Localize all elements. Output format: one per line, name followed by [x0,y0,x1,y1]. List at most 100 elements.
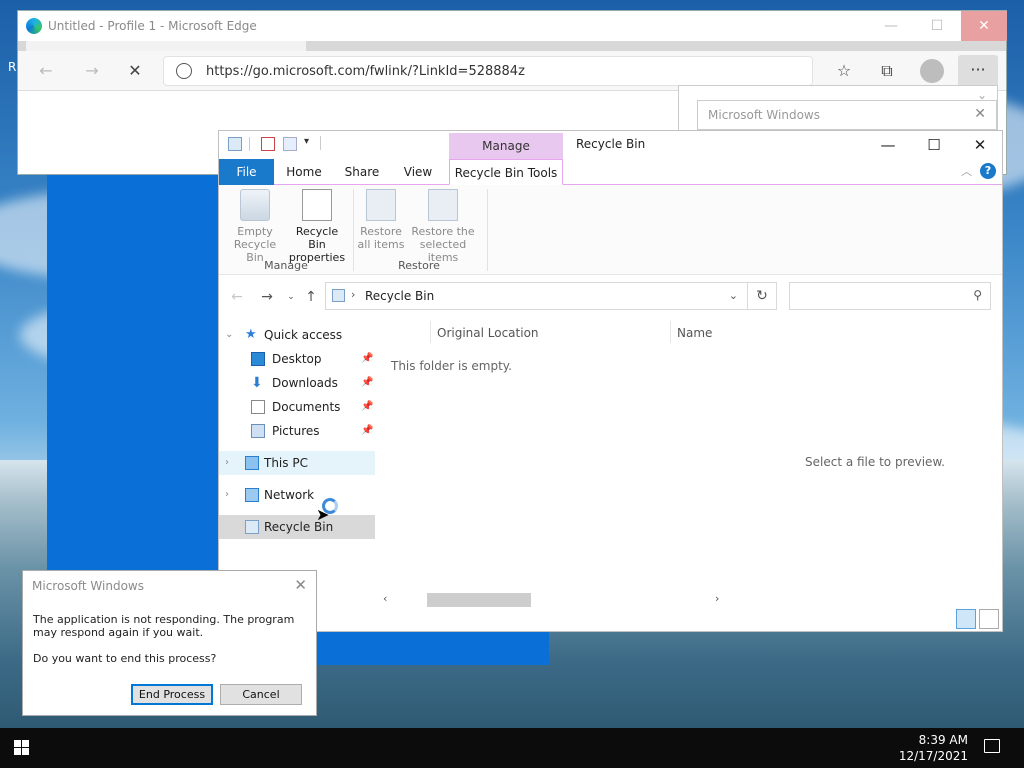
qat-dropdown-icon[interactable]: ▾ [304,136,309,147]
chevron-right-icon[interactable]: › [225,483,229,507]
collapse-ribbon-icon[interactable]: ︿ [961,163,972,179]
cancel-button[interactable]: Cancel [220,684,302,705]
more-options-icon[interactable]: ··· [958,55,998,87]
back-icon[interactable]: ← [32,59,60,83]
tab-home[interactable]: Home [279,159,329,185]
maximize-icon[interactable]: ☐ [914,11,960,41]
favorites-icon[interactable]: ☆ [830,59,858,83]
not-responding-dialog: Microsoft Windows ✕ The application is n… [22,570,317,716]
collections-icon[interactable]: ⧉ [873,59,901,83]
restore-all-icon [366,189,396,221]
nav-recycle-bin[interactable]: Recycle Bin [219,515,375,539]
nav-documents[interactable]: Documents 📌 [219,395,375,419]
nav-downloads[interactable]: ⬇ Downloads 📌 [219,371,375,395]
end-process-button[interactable]: End Process [131,684,213,705]
restore-selected-items-button[interactable]: Restore the selected items [405,189,481,264]
refresh-icon[interactable]: ↻ [747,282,777,310]
back-icon[interactable]: ← [227,287,247,307]
explorer-title: Recycle Bin [576,137,646,151]
globe-icon [176,63,192,79]
nav-this-pc[interactable]: › This PC [219,451,375,475]
edge-window-title: Untitled - Profile 1 - Microsoft Edge [48,19,257,33]
close-icon[interactable]: ✕ [961,11,1007,41]
address-url: https://go.microsoft.com/fwlink/?LinkId=… [206,64,525,79]
details-view-icon[interactable] [956,609,976,629]
ribbon: Empty Recycle Bin Recycle Bin properties… [219,185,1002,275]
close-icon[interactable]: ✕ [294,576,307,594]
background-dialog-title: Microsoft Windows [708,108,820,122]
edge-titlebar: Untitled - Profile 1 - Microsoft Edge — … [18,11,1007,43]
edge-tab[interactable] [26,41,306,51]
nav-desktop[interactable]: Desktop 📌 [219,347,375,371]
navigation-pane: ⌄ ★ Quick access Desktop 📌 ⬇ Downloads 📌… [219,321,375,561]
maximize-icon[interactable]: ☐ [911,131,957,159]
dialog-message: The application is not responding. The p… [33,613,295,639]
edge-logo-icon [26,18,42,34]
profile-avatar[interactable] [920,59,944,83]
up-icon[interactable]: ↑ [301,287,321,307]
search-input[interactable]: ⚲ [789,282,991,310]
stop-loading-icon[interactable]: ✕ [121,59,149,83]
horizontal-scrollbar[interactable]: ‹ › [379,591,729,609]
nav-pictures[interactable]: Pictures 📌 [219,419,375,443]
empty-recycle-bin-button[interactable]: Empty Recycle Bin [225,189,285,264]
star-icon: ★ [245,327,257,342]
preview-pane-message: Select a file to preview. [805,455,945,469]
forward-icon[interactable]: → [257,287,277,307]
recycle-bin-icon [228,137,242,151]
minimize-icon[interactable]: — [868,11,914,41]
column-original-location[interactable]: Original Location [437,321,539,345]
documents-icon [251,400,265,414]
minimize-icon[interactable]: — [865,131,911,159]
recycle-bin-properties-button[interactable]: Recycle Bin properties [287,189,347,264]
scroll-right-icon[interactable]: › [715,592,719,605]
properties-label-1: Recycle Bin [295,225,339,251]
column-name[interactable]: Name [677,321,712,345]
network-icon [245,488,259,502]
nav-this-pc-label: This PC [264,456,308,470]
recycle-bin-icon [332,289,345,302]
tab-view[interactable]: View [393,159,443,185]
column-divider [670,321,671,343]
manage-group-label: Manage [264,259,308,272]
notifications-icon[interactable] [984,739,1000,753]
scroll-thumb[interactable] [427,593,531,607]
forward-icon[interactable]: → [78,59,106,83]
nav-network[interactable]: › Network [219,483,375,507]
nav-desktop-label: Desktop [272,352,322,366]
busy-spinner-icon [322,498,338,514]
empty-label-1: Empty [237,225,273,238]
scroll-left-icon[interactable]: ‹ [383,592,387,605]
chevron-down-icon[interactable]: ⌄ [225,323,233,347]
windows-start-icon[interactable] [14,740,30,756]
recent-locations-icon[interactable]: ⌄ [281,287,301,307]
tab-file[interactable]: File [219,159,274,185]
restore-group-label: Restore [398,259,440,272]
new-folder-icon[interactable] [283,137,297,151]
nav-pictures-label: Pictures [272,424,320,438]
help-icon[interactable]: ? [980,163,996,179]
properties-icon [302,189,332,221]
recycle-bin-icon [240,189,270,221]
tab-share[interactable]: Share [337,159,387,185]
manage-context-tab: Manage [449,133,563,159]
close-icon[interactable]: ✕ [957,131,1003,159]
empty-folder-message: This folder is empty. [391,359,512,373]
address-bar[interactable]: https://go.microsoft.com/fwlink/?LinkId=… [163,56,813,86]
nav-network-label: Network [264,488,315,502]
address-bar[interactable]: › Recycle Bin ⌄ [325,282,775,310]
close-icon[interactable]: ✕ [974,106,986,122]
large-icons-view-icon[interactable] [979,609,999,629]
properties-icon[interactable] [261,137,275,151]
restore-all-items-button[interactable]: Restore all items [357,189,405,251]
chevron-right-icon[interactable]: › [225,451,229,475]
chevron-down-icon[interactable]: ⌄ [729,289,738,302]
tab-recycle-bin-tools[interactable]: Recycle Bin Tools [449,159,563,185]
nav-quick-access[interactable]: ⌄ ★ Quick access [219,323,375,347]
navigation-bar: ← → ⌄ ↑ › Recycle Bin ⌄ ↻ ⚲ [219,281,1002,311]
edge-tab-strip [18,41,1006,51]
quick-access-toolbar: ▾ [219,131,449,159]
system-clock[interactable]: 8:39 AM 12/17/2021 [899,732,968,764]
restore-selected-label-1: Restore the [411,225,475,238]
divider [320,136,321,150]
